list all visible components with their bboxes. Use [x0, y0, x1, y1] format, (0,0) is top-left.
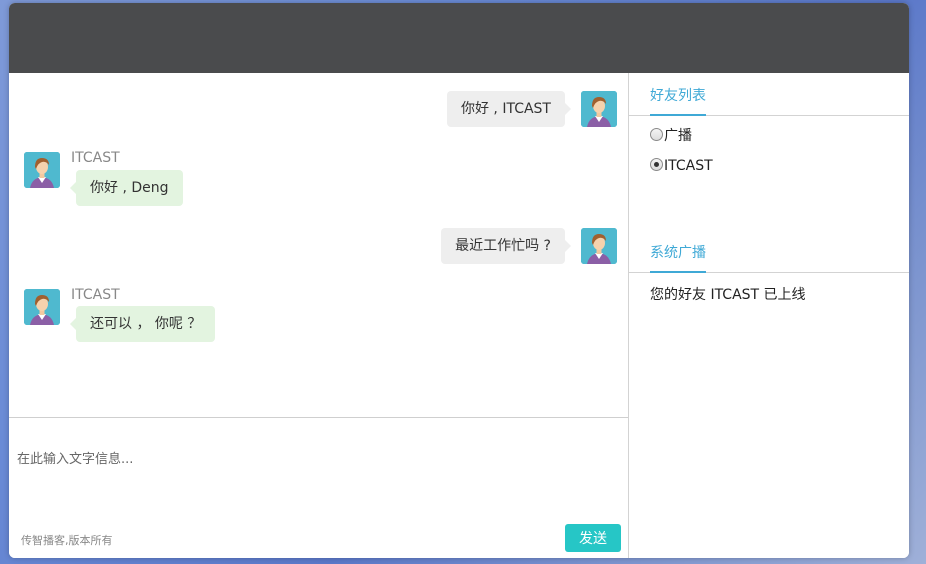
broadcast-header: 系统广播: [629, 230, 909, 273]
friend-item-label: ITCAST: [664, 158, 713, 174]
title-bar: [9, 3, 909, 73]
radio-icon[interactable]: [650, 158, 663, 171]
message-list: 你好 , ITCAST ITCAST 你好 , Deng 最近工作忙吗 ? IT…: [9, 73, 628, 418]
friend-item-itcast[interactable]: ITCAST: [650, 157, 713, 175]
chat-window: 你好 , ITCAST ITCAST 你好 , Deng 最近工作忙吗 ? IT…: [9, 3, 909, 558]
chat-pane: 你好 , ITCAST ITCAST 你好 , Deng 最近工作忙吗 ? IT…: [9, 73, 629, 558]
friend-list-header: 好友列表: [629, 73, 909, 116]
message-sender-name: ITCAST: [71, 287, 120, 303]
radio-icon[interactable]: [650, 128, 663, 141]
send-button[interactable]: 发送: [565, 524, 621, 552]
friend-item-label: 广播: [664, 128, 692, 144]
contact-avatar-icon: [24, 152, 60, 188]
message-input[interactable]: [15, 446, 619, 510]
message-bubble-sent: 最近工作忙吗 ?: [441, 228, 571, 264]
broadcast-notice: 您的好友 ITCAST 已上线: [650, 287, 806, 303]
message-sender-name: ITCAST: [71, 150, 120, 166]
contact-avatar-icon: [24, 289, 60, 325]
user-avatar-icon: [581, 91, 617, 127]
message-bubble-received: 你好 , Deng: [70, 170, 183, 206]
broadcast-title: 系统广播: [650, 242, 706, 273]
message-bubble-received: 还可以 ， 你呢 ？: [69, 306, 216, 342]
user-avatar-icon: [581, 228, 617, 264]
friend-list-title: 好友列表: [650, 85, 706, 116]
message-bubble-sent: 你好 , ITCAST: [446, 91, 572, 127]
friend-item-broadcast[interactable]: 广播: [650, 127, 692, 145]
side-panel: 好友列表 广播 ITCAST 系统广播 您的好友 ITCAST 已上线: [629, 73, 909, 558]
compose-area: 传智播客,版本所有 发送: [9, 418, 628, 558]
copyright-text: 传智播客,版本所有: [21, 534, 113, 547]
